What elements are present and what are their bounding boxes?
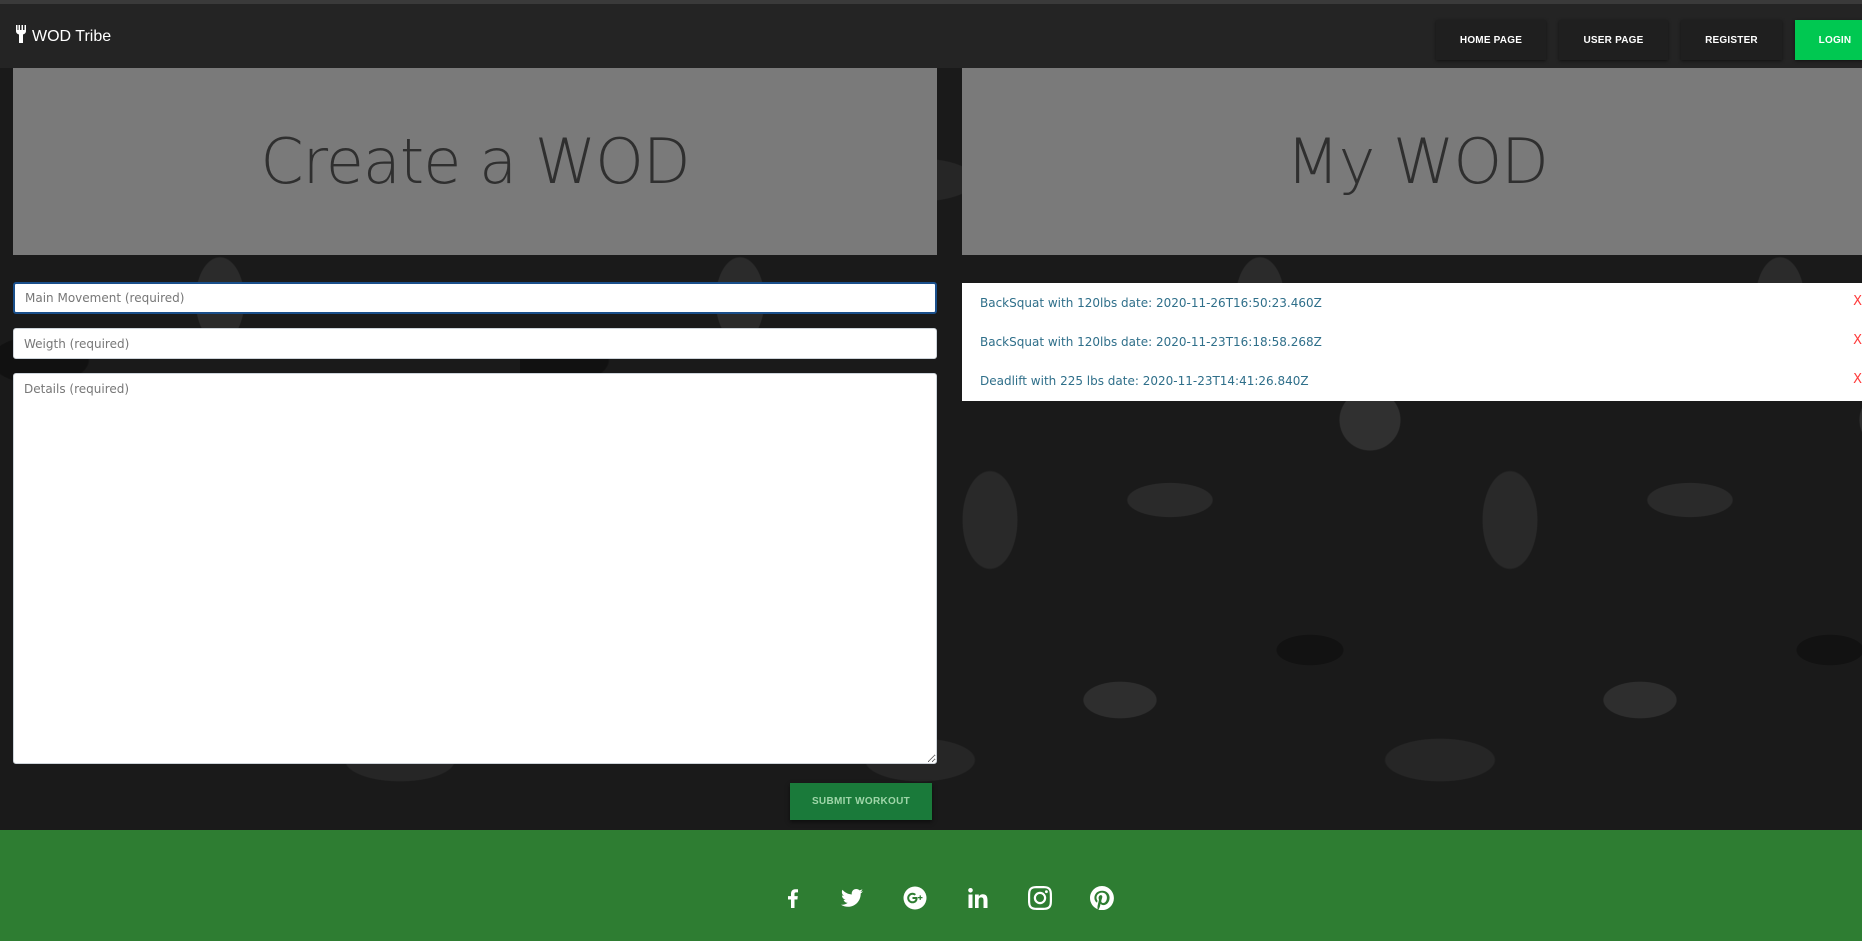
brand-name: WOD Tribe: [32, 27, 112, 45]
wod-item-text[interactable]: BackSquat with 120lbs date: 2020-11-26T1…: [980, 296, 1322, 310]
nav-login-button[interactable]: LOGIN: [1795, 20, 1862, 60]
fork-icon: [14, 25, 28, 48]
linkedin-icon[interactable]: [965, 885, 991, 911]
main-movement-input[interactable]: [13, 282, 937, 314]
my-wod-title: My WOD: [1286, 125, 1549, 198]
wod-list-item: BackSquat with 120lbs date: 2020-11-23T1…: [962, 322, 1862, 361]
create-wod-title: Create a WOD: [260, 125, 690, 198]
remove-wod-button[interactable]: X: [1853, 333, 1862, 348]
navbar: WOD Tribe HOME PAGE USER PAGE REGISTER L…: [0, 4, 1862, 68]
create-wod-header: Create a WOD: [13, 68, 937, 255]
nav-user-button[interactable]: USER PAGE: [1559, 20, 1668, 60]
my-wod-list: BackSquat with 120lbs date: 2020-11-26T1…: [962, 283, 1862, 401]
submit-workout-button[interactable]: SUBMIT WORKOUT: [790, 783, 932, 820]
instagram-icon[interactable]: [1027, 885, 1053, 911]
nav-register-button[interactable]: REGISTER: [1681, 20, 1782, 60]
my-wod-header: My WOD: [962, 68, 1862, 255]
remove-wod-button[interactable]: X: [1853, 372, 1862, 387]
facebook-icon[interactable]: [780, 885, 806, 911]
nav-home-button[interactable]: HOME PAGE: [1436, 20, 1546, 60]
pinterest-icon[interactable]: [1089, 885, 1115, 911]
weight-input[interactable]: [13, 328, 937, 359]
brand-link[interactable]: WOD Tribe: [14, 25, 111, 48]
twitter-icon[interactable]: [839, 885, 865, 911]
remove-wod-button[interactable]: X: [1853, 294, 1862, 309]
google-plus-icon[interactable]: [902, 885, 928, 911]
footer: [0, 830, 1862, 941]
details-textarea[interactable]: [13, 373, 937, 764]
wod-item-text[interactable]: BackSquat with 120lbs date: 2020-11-23T1…: [980, 335, 1322, 349]
wod-list-item: BackSquat with 120lbs date: 2020-11-26T1…: [962, 283, 1862, 322]
wod-item-text[interactable]: Deadlift with 225 lbs date: 2020-11-23T1…: [980, 374, 1309, 388]
wod-list-item: Deadlift with 225 lbs date: 2020-11-23T1…: [962, 361, 1862, 400]
